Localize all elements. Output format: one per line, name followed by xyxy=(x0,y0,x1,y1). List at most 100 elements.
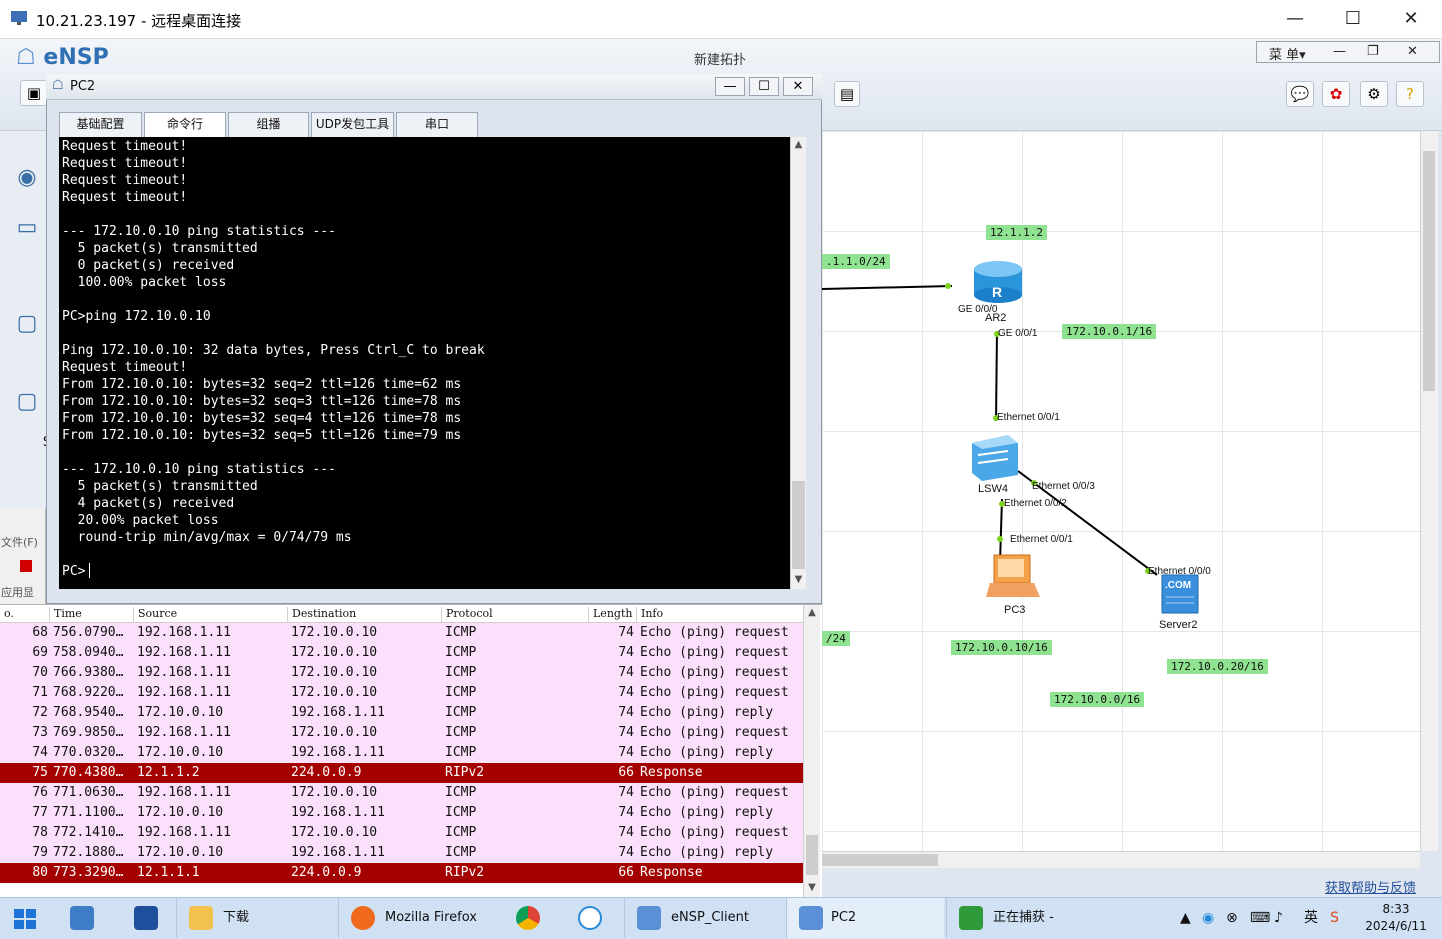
packet-cell-info: Echo (ping) request xyxy=(640,665,789,680)
volume-icon[interactable]: ♪ xyxy=(1274,898,1283,938)
packet-row[interactable]: 71 768.9220… 192.168.1.11 172.10.0.10 ICMP 74… xyxy=(0,683,803,703)
scroll-thumb[interactable] xyxy=(806,835,818,875)
col-destination[interactable]: Destination xyxy=(287,607,356,623)
col-length[interactable]: Length xyxy=(588,607,632,623)
input-language[interactable]: 英 xyxy=(1304,898,1318,938)
server-manager-button[interactable] xyxy=(56,898,112,938)
canvas-vertical-scrollbar[interactable] xyxy=(1420,131,1438,851)
col-source[interactable]: Source xyxy=(133,607,177,623)
powershell-button[interactable] xyxy=(118,898,174,938)
console-scrollbar[interactable]: ▲ ▼ xyxy=(790,137,806,589)
new-topology-icon[interactable]: ▣ xyxy=(20,80,48,106)
ensp-logo: ☖ eNSP xyxy=(16,45,109,70)
packet-row[interactable]: 74 770.0320… 172.10.0.10 192.168.1.11 ICMP 74… xyxy=(0,743,803,763)
packet-row[interactable]: 76 771.0630… 192.168.1.11 172.10.0.10 ICMP 74… xyxy=(0,783,803,803)
ensp-menu-bar: 菜 单▾ — ❐ ✕ xyxy=(1256,41,1440,63)
rdp-minimize-button[interactable]: — xyxy=(1266,0,1324,38)
console-line: round-trip min/avg/max = 0/74/79 ms xyxy=(62,530,352,545)
help-feedback-link[interactable]: 获取帮助与反馈 xyxy=(1325,877,1416,896)
col-no[interactable]: o. xyxy=(0,607,14,623)
pc-icon[interactable] xyxy=(986,554,1040,597)
keyboard-icon[interactable]: ⌨ xyxy=(1250,898,1270,938)
packet-row[interactable]: 78 772.1410… 192.168.1.11 172.10.0.10 ICMP 74… xyxy=(0,823,803,843)
tab-serial[interactable]: 串口 xyxy=(396,112,478,137)
packet-list-scrollbar[interactable]: ▲ ▼ xyxy=(803,605,820,897)
ensp-menu-button[interactable]: 菜 单▾ xyxy=(1269,44,1306,63)
topology-canvas[interactable]: R .COM .1.1.0/24 12.1.1.2 172.10.0.1/16 … xyxy=(822,131,1420,851)
packet-cell-dst: 224.0.0.9 xyxy=(291,765,362,780)
ensp-restore-button[interactable]: ❐ xyxy=(1367,44,1379,59)
tab-udp-tool[interactable]: UDP发包工具 xyxy=(311,112,394,137)
file-menu[interactable]: 文件(F) xyxy=(1,534,38,550)
chevron-up-icon[interactable]: ▲ xyxy=(1180,898,1191,938)
command-line-console[interactable]: Request timeout! Request timeout! Request … xyxy=(59,137,790,589)
network-label: 172.10.0.20/16 xyxy=(1167,659,1268,674)
packet-cell-no: 74 xyxy=(32,745,48,760)
huawei-icon[interactable]: ✿ xyxy=(1322,81,1350,107)
packet-row[interactable]: 68 756.0790… 192.168.1.11 172.10.0.10 ICMP 74… xyxy=(0,623,803,643)
packet-row[interactable]: 73 769.9850… 192.168.1.11 172.10.0.10 ICMP 74… xyxy=(0,723,803,743)
packet-cell-len: 66 xyxy=(618,765,634,780)
console-line: 20.00% packet loss xyxy=(62,513,219,528)
col-time[interactable]: Time xyxy=(49,607,82,623)
packet-row[interactable]: 72 768.9540… 172.10.0.10 192.168.1.11 ICMP 74… xyxy=(0,703,803,723)
device-item-icon[interactable]: ▢ xyxy=(10,311,44,345)
chat-icon[interactable]: 💬 xyxy=(1286,81,1314,107)
sogou-icon[interactable]: S xyxy=(1330,898,1339,938)
packet-cell-len: 74 xyxy=(618,625,634,640)
stop-capture-icon[interactable] xyxy=(20,560,32,572)
col-info[interactable]: Info xyxy=(636,607,663,623)
rdp-close-button[interactable]: ✕ xyxy=(1382,0,1440,38)
packet-cell-dst: 192.168.1.11 xyxy=(291,745,385,760)
ensp-close-button[interactable]: ✕ xyxy=(1407,44,1418,59)
taskbar-app[interactable] xyxy=(562,898,622,938)
tab-multicast[interactable]: 组播 xyxy=(228,112,309,137)
rdp-title-bar: 10.21.23.197 - 远程桌面连接 — ☐ ✕ xyxy=(0,0,1442,39)
switch-icon[interactable] xyxy=(972,435,1018,481)
ensp-minimize-button[interactable]: — xyxy=(1333,44,1346,59)
help-icon[interactable]: ? xyxy=(1396,81,1424,107)
packet-row[interactable]: 69 758.0940… 192.168.1.11 172.10.0.10 ICMP 74… xyxy=(0,643,803,663)
packet-cell-src: 12.1.1.1 xyxy=(137,865,200,880)
tab-basic-config[interactable]: 基础配置 xyxy=(59,112,142,137)
packet-cell-len: 74 xyxy=(618,645,634,660)
router-category-icon[interactable]: ◉ xyxy=(10,165,44,199)
pc2-minimize-button[interactable]: — xyxy=(715,77,745,96)
tab-command-line[interactable]: 命令行 xyxy=(144,112,226,137)
taskbar-pc2[interactable]: PC2 xyxy=(786,898,944,938)
server-icon[interactable]: .COM xyxy=(1161,574,1199,614)
packet-cell-dst: 172.10.0.10 xyxy=(291,825,378,840)
device-item-icon[interactable]: ▢ xyxy=(10,389,44,423)
network-icon[interactable]: ⊗ xyxy=(1226,898,1238,938)
start-button[interactable] xyxy=(0,898,52,938)
packet-row[interactable]: 77 771.1100… 172.10.0.10 192.168.1.11 ICMP 74… xyxy=(0,803,803,823)
taskbar-label: Mozilla Firefox xyxy=(385,910,477,925)
taskbar-downloads[interactable]: 下载 xyxy=(176,898,336,938)
rdp-maximize-button[interactable]: ☐ xyxy=(1324,0,1382,38)
scroll-thumb[interactable] xyxy=(822,854,938,866)
edge-icon[interactable]: ◉ xyxy=(1202,898,1214,938)
packet-row[interactable]: 79 772.1880… 172.10.0.10 192.168.1.11 ICMP 74… xyxy=(0,843,803,863)
scroll-thumb[interactable] xyxy=(1423,151,1435,391)
taskbar-ensp-client[interactable]: eNSP_Client xyxy=(624,898,784,938)
taskbar-chrome[interactable] xyxy=(500,898,560,938)
packet-row[interactable]: 80 773.3290… 12.1.1.1 224.0.0.9 RIPv2 66 Respo… xyxy=(0,863,803,883)
taskbar-wireshark[interactable]: 正在捕获 - xyxy=(946,898,1106,938)
router-icon[interactable]: R xyxy=(974,261,1022,303)
taskbar-firefox[interactable]: Mozilla Firefox xyxy=(338,898,498,938)
apply-filter-label[interactable]: 应用显 xyxy=(1,584,34,600)
packet-row[interactable]: 70 766.9380… 192.168.1.11 172.10.0.10 ICMP 74… xyxy=(0,663,803,683)
canvas-horizontal-scrollbar[interactable] xyxy=(822,851,1420,868)
col-protocol[interactable]: Protocol xyxy=(441,607,493,623)
packet-cell-info: Echo (ping) reply xyxy=(640,805,774,820)
pc2-maximize-button[interactable]: ☐ xyxy=(749,77,779,96)
pc-category-icon[interactable]: ▭ xyxy=(10,215,44,249)
taskbar-clock[interactable]: 8:33 2024/6/11 xyxy=(1358,901,1434,935)
screenshot-icon[interactable]: ▤ xyxy=(834,81,860,107)
gear-icon[interactable]: ⚙ xyxy=(1360,81,1388,107)
pc2-close-button[interactable]: ✕ xyxy=(783,77,813,96)
packet-row[interactable]: 75 770.4380… 12.1.1.2 224.0.0.9 RIPv2 66 Respo… xyxy=(0,763,803,783)
scroll-thumb[interactable] xyxy=(792,481,805,569)
